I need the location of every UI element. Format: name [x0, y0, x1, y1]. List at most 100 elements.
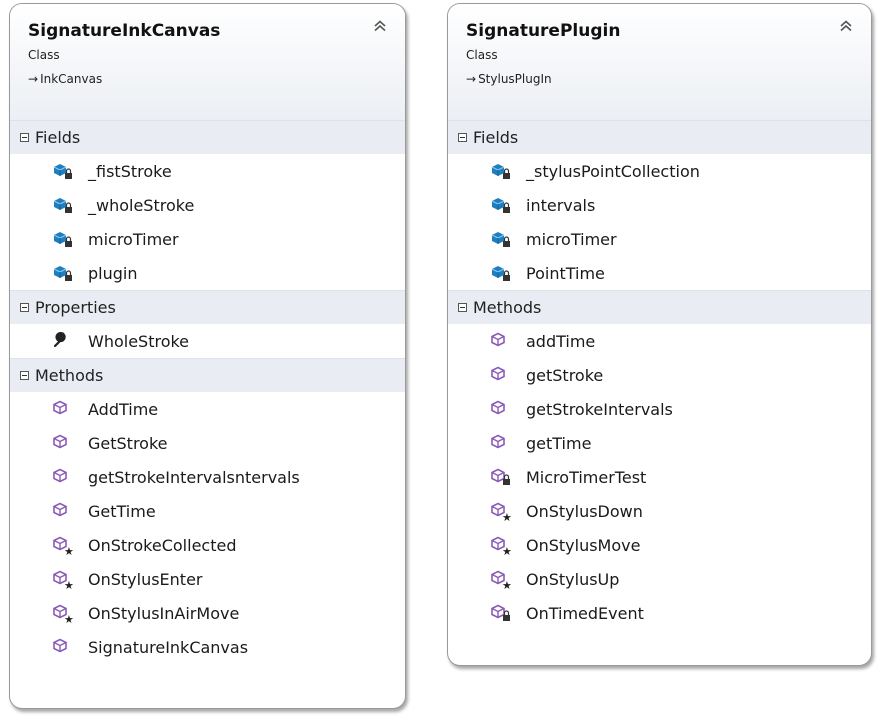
- member-name: MicroTimerTest: [526, 467, 647, 487]
- class-stereotype: Class: [28, 48, 60, 62]
- member-row[interactable]: ★ OnStylusEnter: [10, 562, 405, 596]
- member-row[interactable]: PointTime: [448, 256, 871, 290]
- private-field-icon: [52, 161, 76, 181]
- member-name: getStroke: [526, 365, 604, 385]
- base-class: → StylusPlugIn: [466, 72, 871, 86]
- protected-method-icon: ★: [52, 569, 76, 592]
- member-row[interactable]: getStrokeIntervals: [448, 392, 871, 426]
- member-row[interactable]: GetStroke: [10, 426, 405, 460]
- member-row[interactable]: intervals: [448, 188, 871, 222]
- base-class-name: StylusPlugIn: [478, 72, 552, 86]
- class-card-signature-plugin[interactable]: SignaturePlugin Class → StylusPlugIn Fie…: [447, 3, 872, 666]
- section-title: Fields: [35, 128, 81, 147]
- svg-text:★: ★: [64, 613, 74, 626]
- collapse-chevron-icon[interactable]: [372, 18, 388, 34]
- public-method-icon: [52, 637, 76, 657]
- member-name: GetTime: [88, 501, 156, 521]
- member-row[interactable]: getStroke: [448, 358, 871, 392]
- member-row[interactable]: MicroTimerTest: [448, 460, 871, 494]
- private-field-icon: [490, 161, 514, 181]
- collapse-toggle-icon[interactable]: [20, 133, 29, 142]
- public-method-icon: [490, 365, 514, 385]
- member-row[interactable]: addTime: [448, 324, 871, 358]
- public-method-icon: [490, 433, 514, 453]
- member-name: getStrokeIntervals: [526, 399, 673, 419]
- protected-method-icon: ★: [52, 603, 76, 626]
- member-row[interactable]: microTimer: [10, 222, 405, 256]
- private-method-icon: [490, 603, 514, 623]
- protected-method-icon: ★: [490, 501, 514, 524]
- member-name: _stylusPointCollection: [526, 161, 700, 181]
- class-header[interactable]: SignatureInkCanvas Class → InkCanvas: [10, 4, 405, 120]
- member-name: getTime: [526, 433, 592, 453]
- member-row[interactable]: WholeStroke: [10, 324, 405, 358]
- member-row[interactable]: plugin: [10, 256, 405, 290]
- member-name: _fistStroke: [88, 161, 172, 181]
- class-stereotype: Class: [466, 48, 498, 62]
- private-field-icon: [490, 195, 514, 215]
- member-name: OnStylusUp: [526, 569, 620, 589]
- class-compartments: Fields _fistStroke _wholeStroke microTimer p…: [10, 120, 405, 664]
- member-name: OnStylusInAirMove: [88, 603, 240, 623]
- member-row[interactable]: microTimer: [448, 222, 871, 256]
- member-row[interactable]: getStrokeIntervalsntervals: [10, 460, 405, 494]
- member-name: AddTime: [88, 399, 159, 419]
- member-row[interactable]: _wholeStroke: [10, 188, 405, 222]
- section-header-fields[interactable]: Fields: [448, 120, 871, 154]
- public-method-icon: [52, 501, 76, 521]
- member-row[interactable]: _stylusPointCollection: [448, 154, 871, 188]
- private-method-icon: [490, 467, 514, 487]
- public-method-icon: [52, 467, 76, 487]
- member-name: PointTime: [526, 263, 605, 283]
- member-row[interactable]: _fistStroke: [10, 154, 405, 188]
- class-compartments: Fields _stylusPointCollection intervals mic…: [448, 120, 871, 630]
- member-name: OnStrokeCollected: [88, 535, 237, 555]
- member-row[interactable]: ★ OnStylusMove: [448, 528, 871, 562]
- base-class-name: InkCanvas: [40, 72, 103, 86]
- member-row[interactable]: ★ OnStylusDown: [448, 494, 871, 528]
- member-row[interactable]: SignatureInkCanvas: [10, 630, 405, 664]
- class-name: SignaturePlugin: [466, 21, 621, 41]
- public-method-icon: [490, 331, 514, 351]
- section-title: Methods: [473, 298, 542, 317]
- section-title: Fields: [473, 128, 519, 147]
- member-name: OnStylusMove: [526, 535, 641, 555]
- collapse-toggle-icon[interactable]: [20, 371, 29, 380]
- public-method-icon: [52, 433, 76, 453]
- member-row[interactable]: GetTime: [10, 494, 405, 528]
- collapse-toggle-icon[interactable]: [458, 303, 467, 312]
- member-name: microTimer: [526, 229, 617, 249]
- member-row[interactable]: AddTime: [10, 392, 405, 426]
- member-row[interactable]: ★ OnStrokeCollected: [10, 528, 405, 562]
- member-name: getStrokeIntervalsntervals: [88, 467, 300, 487]
- member-row[interactable]: ★ OnStylusUp: [448, 562, 871, 596]
- collapse-chevron-icon[interactable]: [838, 18, 854, 34]
- member-name: WholeStroke: [88, 331, 190, 351]
- svg-text:★: ★: [64, 579, 74, 592]
- section-header-methods[interactable]: Methods: [10, 358, 405, 392]
- section-header-fields[interactable]: Fields: [10, 120, 405, 154]
- collapse-toggle-icon[interactable]: [458, 133, 467, 142]
- svg-text:★: ★: [64, 545, 74, 558]
- class-name: SignatureInkCanvas: [28, 21, 221, 41]
- section-title: Methods: [35, 366, 104, 385]
- section-header-properties[interactable]: Properties: [10, 290, 405, 324]
- member-name: OnTimedEvent: [526, 603, 644, 623]
- member-name: intervals: [526, 195, 596, 215]
- member-name: addTime: [526, 331, 596, 351]
- protected-method-icon: ★: [490, 535, 514, 558]
- protected-method-icon: ★: [490, 569, 514, 592]
- inherits-arrow-icon: →: [28, 72, 39, 86]
- class-card-signature-ink-canvas[interactable]: SignatureInkCanvas Class → InkCanvas Fie…: [9, 3, 406, 709]
- member-row[interactable]: ★ OnStylusInAirMove: [10, 596, 405, 630]
- collapse-toggle-icon[interactable]: [20, 303, 29, 312]
- member-name: _wholeStroke: [88, 195, 195, 215]
- member-name: plugin: [88, 263, 138, 283]
- class-header[interactable]: SignaturePlugin Class → StylusPlugIn: [448, 4, 871, 120]
- member-row[interactable]: getTime: [448, 426, 871, 460]
- public-method-icon: [52, 399, 76, 419]
- member-row[interactable]: OnTimedEvent: [448, 596, 871, 630]
- inherits-arrow-icon: →: [466, 72, 477, 86]
- base-class: → InkCanvas: [28, 72, 405, 86]
- section-header-methods[interactable]: Methods: [448, 290, 871, 324]
